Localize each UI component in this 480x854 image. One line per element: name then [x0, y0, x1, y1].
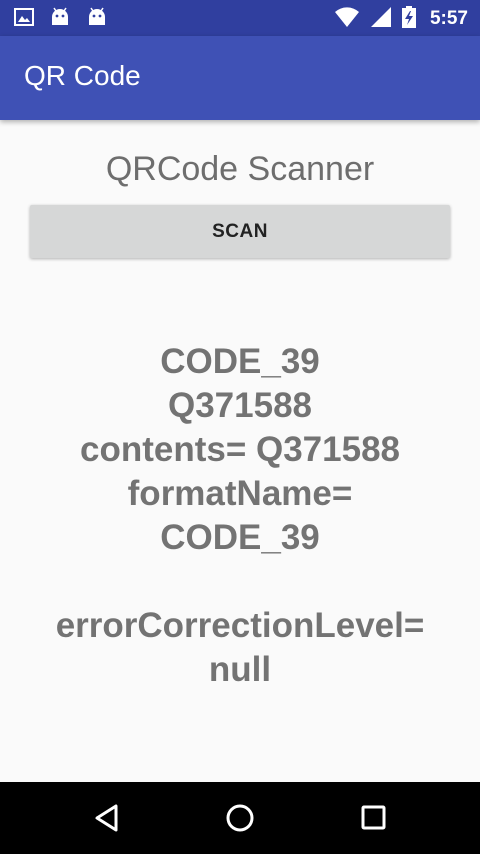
- status-clock: 5:57: [429, 8, 468, 29]
- scan-result-text: CODE_39 Q371588 contents= Q371588 format…: [20, 340, 460, 692]
- result-line: CODE_39: [160, 518, 320, 557]
- result-line: contents= Q371588: [79, 430, 401, 469]
- result-line: Q371588: [167, 386, 313, 425]
- wifi-icon: [334, 6, 360, 32]
- back-icon[interactable]: [87, 800, 127, 836]
- image-icon: [14, 7, 34, 31]
- app-bar: QR Code: [0, 36, 480, 120]
- signal-icon: [370, 6, 392, 32]
- scan-button[interactable]: SCAN: [30, 205, 450, 258]
- result-line: errorCorrectionLevel=: [55, 606, 425, 645]
- scanner-title: QRCode Scanner: [105, 150, 375, 188]
- main-content: QRCode Scanner SCAN CODE_39 Q371588 cont…: [0, 120, 480, 782]
- home-icon[interactable]: [220, 800, 260, 836]
- result-line: CODE_39: [160, 342, 320, 381]
- status-bar: 5:57: [0, 0, 480, 36]
- notification-icons: [14, 7, 108, 31]
- result-line: null: [208, 650, 272, 689]
- system-icons: 5:57: [334, 6, 468, 32]
- android-icon: [49, 7, 71, 31]
- android-icon: [86, 7, 108, 31]
- recents-icon[interactable]: [353, 800, 393, 836]
- navigation-bar: [0, 782, 480, 854]
- result-line: [20, 560, 460, 604]
- battery-charging-icon: [401, 6, 416, 32]
- result-line: formatName=: [127, 474, 353, 513]
- app-title: QR Code: [24, 60, 141, 91]
